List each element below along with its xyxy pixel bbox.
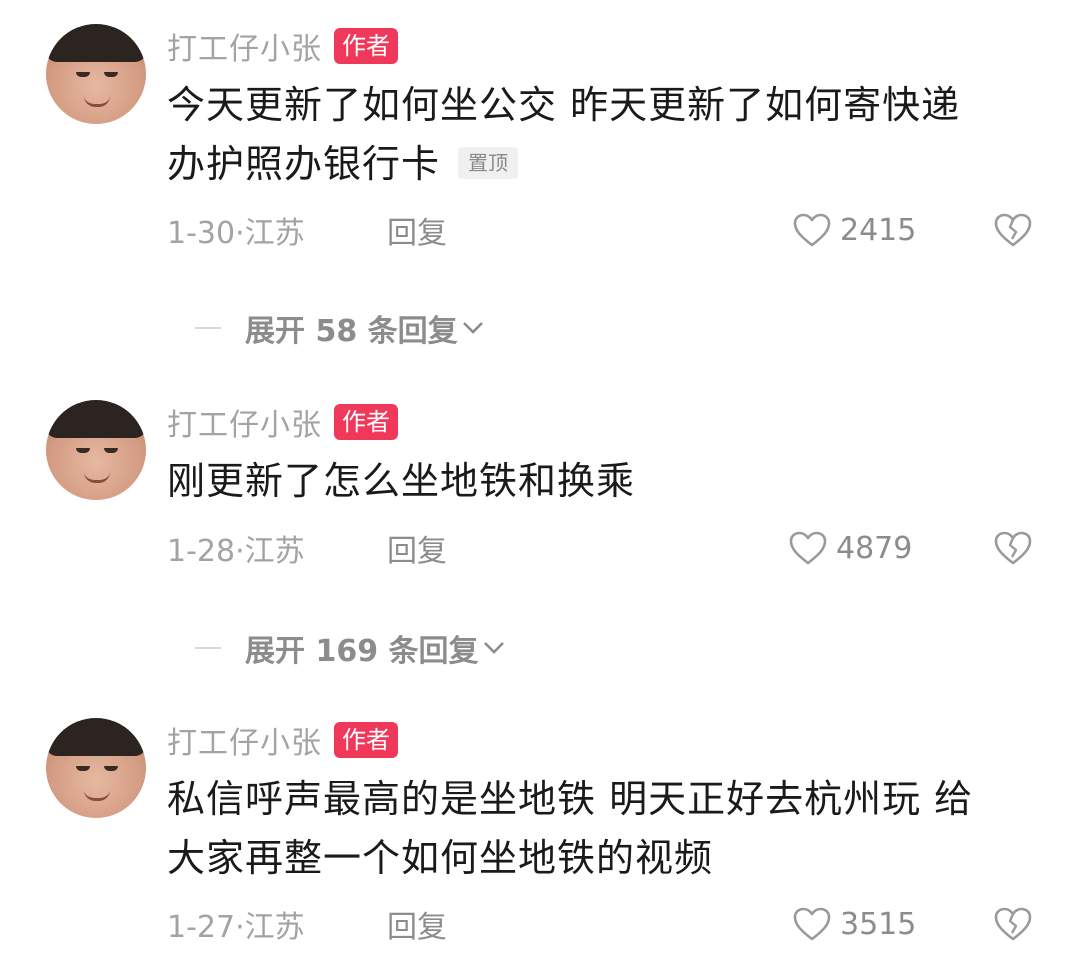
like-button[interactable]: 4879	[788, 526, 912, 570]
username[interactable]: 打工仔小张	[167, 718, 322, 762]
divider-line	[195, 647, 221, 649]
dislike-button[interactable]	[993, 902, 1033, 946]
expand-replies-label: 展开 169 条回复	[245, 634, 479, 669]
dislike-button[interactable]	[993, 208, 1033, 252]
username[interactable]: 打工仔小张	[167, 400, 322, 444]
like-count: 2415	[840, 212, 917, 248]
comment-meta: 1-30·江苏 回复	[167, 208, 447, 252]
expand-replies-label: 展开 58 条回复	[245, 314, 458, 349]
avatar[interactable]	[46, 400, 146, 500]
chevron-down-icon	[462, 322, 483, 334]
comment-text-line: 刚更新了怎么坐地铁和换乘	[167, 459, 636, 503]
reply-button[interactable]: 回复	[387, 526, 447, 570]
chevron-down-icon	[483, 642, 504, 654]
reply-button[interactable]: 回复	[387, 902, 447, 946]
heart-outline-icon	[793, 907, 831, 941]
comment-header: 打工仔小张 作者	[167, 400, 398, 444]
heart-outline-icon	[793, 213, 831, 247]
comment-meta: 1-27·江苏 回复	[167, 902, 447, 946]
expand-replies-button[interactable]: 展开 58 条回复	[195, 306, 484, 350]
comment-header: 打工仔小张 作者	[167, 24, 398, 68]
date-location: 1-27·江苏	[167, 910, 305, 945]
expand-replies-button[interactable]: 展开 169 条回复	[195, 626, 505, 670]
date-location: 1-28·江苏	[167, 534, 305, 569]
comment-text: 私信呼声最高的是坐地铁 明天正好去杭州玩 给 大家再整一个如何坐地铁的视频	[167, 770, 1047, 888]
author-badge: 作者	[334, 28, 398, 64]
comment-text-line: 办护照办银行卡	[167, 142, 441, 186]
broken-heart-icon	[994, 907, 1032, 941]
avatar[interactable]	[46, 718, 146, 818]
comment-text-line: 大家再整一个如何坐地铁的视频	[167, 836, 714, 880]
heart-outline-icon	[789, 531, 827, 565]
like-button[interactable]: 2415	[792, 208, 916, 252]
broken-heart-icon	[994, 531, 1032, 565]
author-badge: 作者	[334, 722, 398, 758]
comment-header: 打工仔小张 作者	[167, 718, 398, 762]
comment-text-line: 私信呼声最高的是坐地铁 明天正好去杭州玩 给	[167, 777, 974, 821]
date-location: 1-30·江苏	[167, 216, 305, 251]
pinned-badge: 置顶	[458, 146, 519, 179]
broken-heart-icon	[994, 213, 1032, 247]
divider-line	[195, 327, 221, 329]
comment-text: 刚更新了怎么坐地铁和换乘	[167, 452, 1047, 511]
author-badge: 作者	[334, 404, 398, 440]
comment-text-line: 今天更新了如何坐公交 昨天更新了如何寄快递	[167, 83, 961, 127]
like-button[interactable]: 3515	[792, 902, 916, 946]
avatar[interactable]	[46, 24, 146, 124]
dislike-button[interactable]	[993, 526, 1033, 570]
like-count: 4879	[836, 530, 913, 566]
reply-button[interactable]: 回复	[387, 208, 447, 252]
comment-text: 今天更新了如何坐公交 昨天更新了如何寄快递 办护照办银行卡 置顶	[167, 76, 1047, 194]
comment-meta: 1-28·江苏 回复	[167, 526, 447, 570]
like-count: 3515	[840, 906, 917, 942]
username[interactable]: 打工仔小张	[167, 24, 322, 68]
